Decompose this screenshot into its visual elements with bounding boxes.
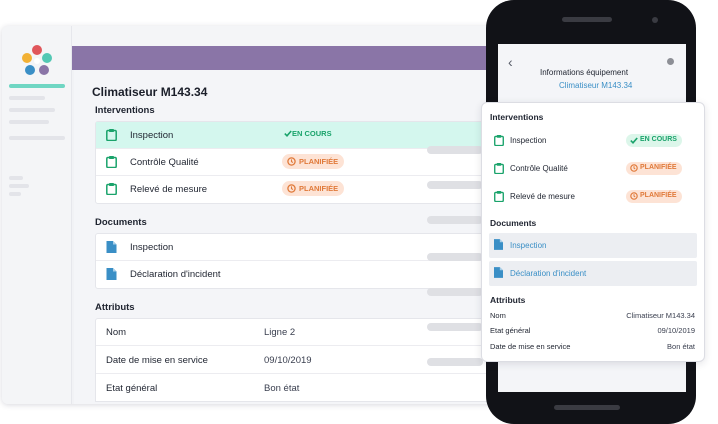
clock-icon [630,192,638,200]
document-label: Déclaration d'incident [130,269,221,280]
placeholder-bar [427,288,483,296]
check-icon [630,137,638,144]
app-logo [22,45,52,75]
mobile-attribute-row: Nom Climatiseur M143.34 [490,311,695,325]
check-icon [284,130,292,137]
status-text: EN COURS [640,136,677,143]
status-badge: PLANIFIÉE [282,181,345,196]
attribute-value: 09/10/2019 [264,355,312,366]
clipboard-icon [106,129,117,141]
clipboard-icon [494,191,504,202]
status-badge: PLANIFIÉE [282,154,345,169]
placeholder-bar [427,323,483,331]
sidebar-item[interactable] [9,192,21,196]
mobile-intervention-row[interactable]: Inspection EN COURS [489,129,697,153]
mobile-intervention-row[interactable]: Relevé de mesure PLANIFIÉE [489,185,697,209]
clipboard-icon [106,156,117,168]
sidebar-item[interactable] [9,176,23,180]
document-icon [106,268,117,280]
document-icon [494,239,503,250]
placeholder-bar [427,358,483,366]
attribute-value: 09/10/2019 [657,326,695,335]
clipboard-icon [494,135,504,146]
mobile-intervention-label: Inspection [510,136,547,145]
attribute-value: Bon état [667,342,695,351]
mobile-intervention-label: Relevé de mesure [510,192,575,201]
status-text: PLANIFIÉE [640,164,677,171]
attribute-value: Climatiseur M143.34 [626,311,695,320]
placeholder-bar [427,216,483,224]
menu-dot-icon[interactable] [667,58,674,65]
mobile-attribute-row: Date de mise en service Bon état [490,342,695,356]
status-text: EN COURS [292,129,332,138]
documents-heading: Documents [95,217,147,228]
phone-home-bar [554,405,620,410]
placeholder-bar [427,146,483,154]
status-text: PLANIFIÉE [299,157,339,166]
mobile-document-row[interactable]: Inspection [489,233,697,258]
sidebar-item[interactable] [9,96,45,100]
mobile-documents-heading: Documents [490,218,537,228]
attributes-heading: Attributs [95,302,135,313]
clock-icon [630,164,638,172]
attribute-key: Nom [106,327,127,338]
mobile-interventions-heading: Interventions [490,112,544,122]
sidebar [2,26,72,404]
intervention-row-inspection[interactable]: Inspection EN COURS [96,122,494,149]
document-icon [494,267,503,278]
sidebar-item[interactable] [9,120,49,124]
mobile-document-label: Inspection [510,241,547,250]
documents-list: Inspection Déclaration d'incident [95,233,495,289]
intervention-label: Relevé de mesure [130,184,208,195]
back-arrow-icon[interactable]: ‹ [508,54,513,70]
attribute-key: Etat général [106,383,158,394]
mobile-document-row[interactable]: Déclaration d'incident [489,261,697,286]
intervention-label: Inspection [130,130,174,141]
clock-icon [287,184,296,193]
status-text: PLANIFIÉE [299,184,339,193]
clipboard-icon [106,183,117,195]
attribute-value: Bon état [264,383,300,394]
interventions-heading: Interventions [95,105,155,116]
attribute-key: Date de mise en service [490,342,571,351]
interventions-list: Inspection EN COURS Contrôle Qualité PLA… [95,121,495,204]
page-title: Climatiseur M143.34 [92,85,208,99]
attribute-row: Etat général Bon état [96,375,494,402]
phone-camera [652,17,658,23]
document-row-incident[interactable]: Déclaration d'incident [96,261,494,288]
attribute-key: Etat général [490,326,531,335]
status-badge: EN COURS [284,129,332,138]
phone-speaker [562,17,612,22]
status-badge: EN COURS [626,134,682,147]
mobile-attribute-row: Etat général 09/10/2019 [490,326,695,340]
clipboard-icon [494,163,504,174]
intervention-label: Contrôle Qualité [130,157,199,168]
sidebar-item[interactable] [9,184,29,188]
attribute-key: Nom [490,311,506,320]
mobile-intervention-label: Contrôle Qualité [510,164,568,173]
mobile-intervention-row[interactable]: Contrôle Qualité PLANIFIÉE [489,157,697,181]
document-label: Inspection [130,242,174,253]
status-text: PLANIFIÉE [640,192,677,199]
clock-icon [287,157,296,166]
header-bar [72,46,514,70]
window-top-strip [2,26,514,46]
sidebar-item[interactable] [9,136,65,140]
mobile-header-subtitle: Climatiseur M143.34 [559,81,633,90]
sidebar-item[interactable] [9,108,55,112]
mobile-attributes-heading: Attributs [490,295,526,305]
sidebar-item-active[interactable] [9,84,65,88]
mobile-document-label: Déclaration d'incident [510,269,587,278]
placeholder-bar [427,253,483,261]
status-badge: PLANIFIÉE [626,190,682,203]
document-icon [106,241,117,253]
placeholder-bar [427,181,483,189]
attribute-key: Date de mise en service [106,355,208,366]
status-badge: PLANIFIÉE [626,162,682,175]
mobile-header-title: Informations équipement [540,68,629,77]
attribute-value: Ligne 2 [264,327,296,338]
